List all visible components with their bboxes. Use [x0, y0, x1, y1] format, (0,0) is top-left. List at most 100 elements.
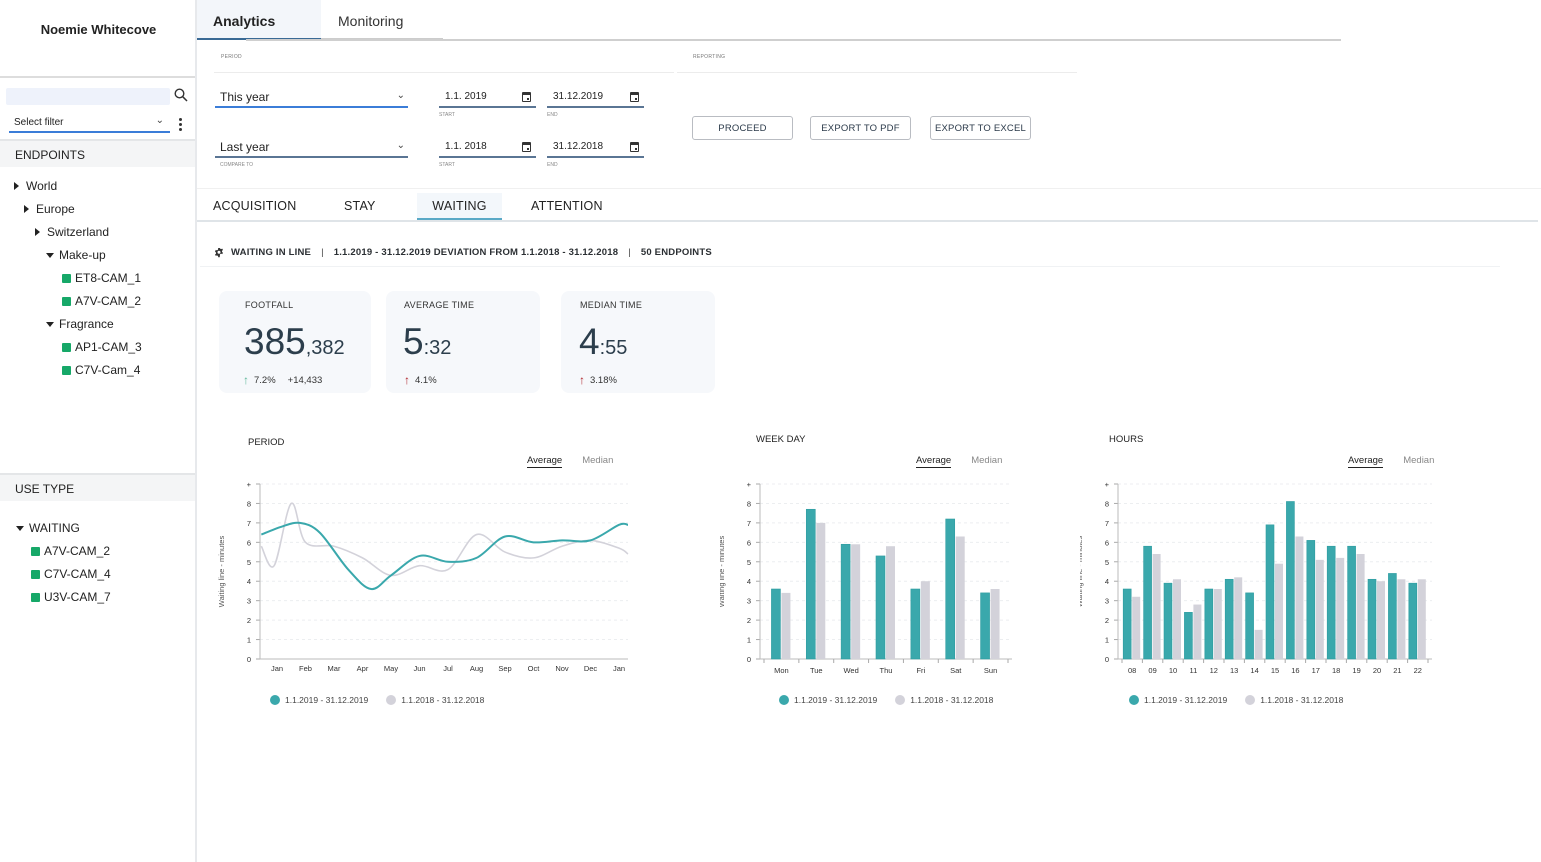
toggle-average[interactable]: Average	[916, 455, 952, 468]
tree-item[interactable]: World	[14, 179, 57, 193]
tab-monitoring[interactable]: Monitoring	[321, 0, 443, 40]
bar-current[interactable]	[910, 588, 921, 660]
bar-previous[interactable]	[1315, 559, 1324, 659]
bar-current[interactable]	[980, 592, 990, 660]
tree-item[interactable]: Fragrance	[46, 317, 114, 331]
bar-current[interactable]	[805, 508, 816, 660]
bar-current[interactable]	[1306, 540, 1316, 660]
legend-item-current[interactable]: 1.1.2019 - 31.12.2019	[779, 695, 877, 705]
bar-current[interactable]	[875, 555, 886, 660]
tab-attention[interactable]: ATTENTION	[531, 193, 621, 220]
toggle-average[interactable]: Average	[1348, 455, 1384, 468]
bar-current[interactable]	[1163, 582, 1173, 660]
bar-previous[interactable]	[1254, 629, 1263, 659]
bar-previous[interactable]	[1295, 536, 1304, 660]
compare-end-date-input[interactable]: 31.12.2018	[547, 138, 644, 158]
series-line-previous[interactable]	[260, 502, 629, 577]
tree-item[interactable]: Make-up	[46, 248, 106, 262]
tab-analytics[interactable]: Analytics	[197, 0, 321, 40]
tree-item-waiting[interactable]: WAITING	[16, 521, 80, 535]
bar-current[interactable]	[1265, 524, 1275, 660]
toggle-average[interactable]: Average	[527, 455, 563, 468]
caret-right-icon[interactable]	[35, 228, 40, 236]
calendar-icon[interactable]	[522, 92, 531, 102]
tree-item[interactable]: Switzerland	[35, 225, 109, 239]
compare-start-date-input[interactable]: 1.1. 2018	[439, 138, 536, 158]
more-options-icon[interactable]	[178, 118, 184, 134]
legend-item-previous[interactable]: 1.1.2018 - 31.12.2018	[386, 695, 484, 705]
bar-current[interactable]	[1326, 545, 1336, 660]
end-date-input[interactable]: 31.12.2019	[547, 88, 644, 108]
proceed-button[interactable]: PROCEED	[692, 116, 793, 140]
legend-item-previous[interactable]: 1.1.2018 - 31.12.2018	[895, 695, 993, 705]
bar-previous[interactable]	[920, 581, 930, 659]
bar-previous[interactable]	[1173, 579, 1181, 659]
bar-previous[interactable]	[851, 544, 861, 659]
toggle-median[interactable]: Median	[582, 455, 613, 466]
bar-previous[interactable]	[1132, 596, 1141, 659]
toggle-median[interactable]: Median	[1403, 455, 1434, 466]
bar-previous[interactable]	[781, 592, 791, 659]
bar-previous[interactable]	[1275, 563, 1283, 659]
bar-previous[interactable]	[1336, 557, 1345, 659]
tree-item[interactable]: Europe	[24, 202, 75, 216]
tree-item[interactable]: C7V-Cam_4	[62, 363, 140, 377]
bar-current[interactable]	[840, 543, 851, 660]
series-line-current[interactable]	[260, 521, 629, 591]
calendar-icon[interactable]	[630, 92, 639, 102]
bar-current[interactable]	[1408, 582, 1418, 660]
bar-current[interactable]	[1347, 545, 1356, 660]
start-date-input[interactable]: 1.1. 2019	[439, 88, 536, 108]
bar-current[interactable]	[1245, 592, 1254, 660]
bar-previous[interactable]	[886, 546, 895, 659]
bar-previous[interactable]	[1377, 581, 1385, 659]
tab-stay[interactable]: STAY	[344, 193, 404, 220]
bar-previous[interactable]	[1234, 577, 1243, 659]
period-select[interactable]: This year ⌄	[215, 88, 408, 108]
legend-item-current[interactable]: 1.1.2019 - 31.12.2019	[1129, 695, 1227, 705]
bar-previous[interactable]	[1356, 554, 1365, 659]
legend-item-current[interactable]: 1.1.2019 - 31.12.2019	[270, 695, 368, 705]
bar-previous[interactable]	[955, 536, 965, 660]
bar-previous[interactable]	[1417, 579, 1426, 659]
calendar-icon[interactable]	[630, 142, 639, 152]
bar-current[interactable]	[1286, 501, 1295, 660]
bar-current[interactable]	[1204, 588, 1214, 660]
bar-previous[interactable]	[1152, 554, 1161, 659]
bar-current[interactable]	[1184, 612, 1193, 660]
bar-current[interactable]	[945, 518, 956, 660]
caret-right-icon[interactable]	[24, 205, 29, 213]
bar-previous[interactable]	[816, 522, 826, 659]
tree-item[interactable]: ET8-CAM_1	[62, 271, 141, 285]
tab-acquisition[interactable]: ACQUISITION	[213, 193, 313, 220]
bar-current[interactable]	[1367, 578, 1377, 660]
bar-previous[interactable]	[1193, 604, 1202, 659]
export-pdf-button[interactable]: EXPORT TO PDF	[810, 116, 911, 140]
bar-current[interactable]	[1388, 573, 1397, 660]
caret-down-icon[interactable]	[46, 321, 54, 327]
toggle-median[interactable]: Median	[971, 455, 1002, 466]
search-input[interactable]	[6, 88, 170, 105]
bar-previous[interactable]	[990, 589, 1000, 659]
caret-down-icon[interactable]	[46, 252, 54, 258]
gear-icon[interactable]	[214, 247, 224, 258]
bar-current[interactable]	[1143, 545, 1152, 660]
caret-right-icon[interactable]	[14, 182, 19, 190]
bar-previous[interactable]	[1213, 589, 1222, 659]
use-type-item[interactable]: C7V-CAM_4	[31, 567, 111, 581]
filter-select[interactable]: Select filter ⌄	[9, 114, 170, 133]
compare-select[interactable]: Last year ⌄	[215, 138, 408, 158]
tab-waiting[interactable]: WAITING	[417, 193, 502, 220]
search-icon[interactable]	[174, 88, 188, 102]
bar-previous[interactable]	[1397, 579, 1406, 659]
calendar-icon[interactable]	[522, 142, 531, 152]
legend-item-previous[interactable]: 1.1.2018 - 31.12.2018	[1245, 695, 1343, 705]
use-type-item[interactable]: A7V-CAM_2	[31, 544, 110, 558]
tree-item[interactable]: AP1-CAM_3	[62, 340, 142, 354]
export-excel-button[interactable]: EXPORT TO EXCEL	[930, 116, 1031, 140]
tree-item[interactable]: A7V-CAM_2	[62, 294, 141, 308]
bar-current[interactable]	[1224, 578, 1234, 660]
bar-current[interactable]	[771, 588, 781, 660]
use-type-item[interactable]: U3V-CAM_7	[31, 590, 111, 604]
bar-current[interactable]	[1122, 588, 1132, 660]
